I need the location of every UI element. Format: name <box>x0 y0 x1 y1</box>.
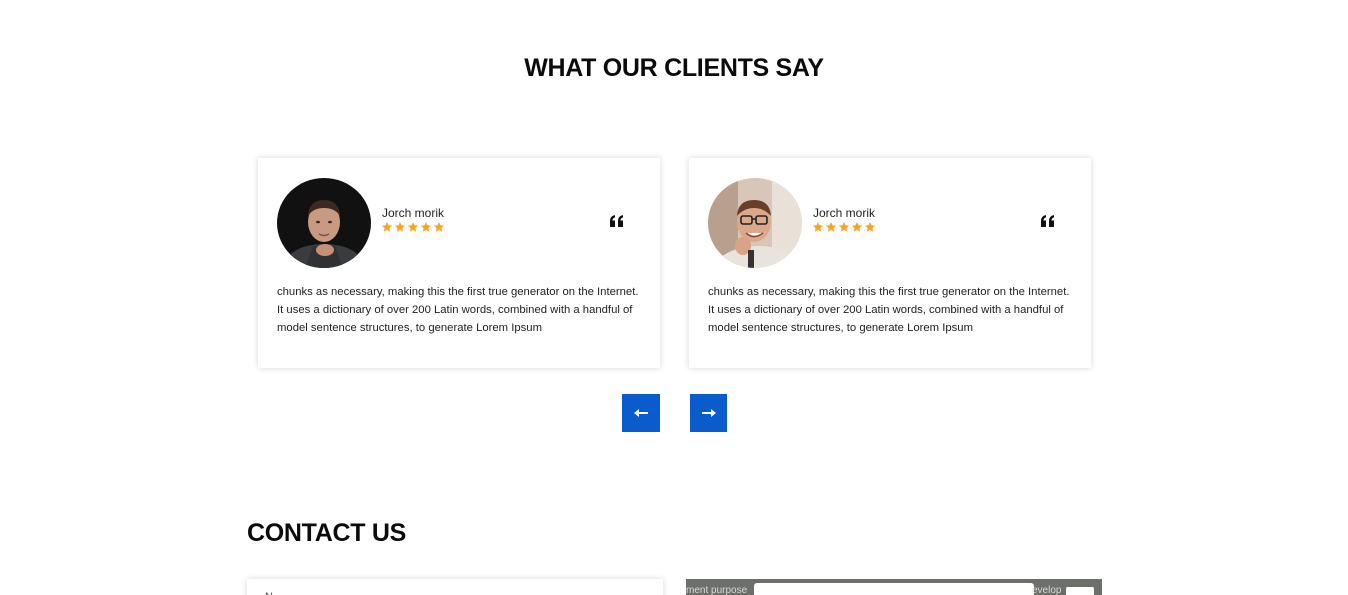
client-avatar <box>708 178 802 268</box>
map-embed[interactable]: ment purpose evelop <box>686 579 1102 595</box>
star-icon <box>433 222 445 232</box>
arrow-right-icon <box>701 409 716 417</box>
carousel-next-button[interactable] <box>690 394 727 432</box>
star-icon <box>420 222 432 232</box>
map-overlay-text: ment purpose <box>686 585 748 595</box>
map-info-panel <box>754 583 1034 595</box>
quote-icon <box>1041 215 1054 227</box>
arrow-left-icon <box>634 409 648 417</box>
star-icon <box>381 222 393 232</box>
testimonial-card: Jorch morik chunks as necessary, making … <box>689 158 1091 368</box>
rating-stars <box>381 221 445 233</box>
star-icon <box>825 222 837 232</box>
client-name: Jorch morik <box>382 206 445 220</box>
map-overlay-text: evelop <box>1032 585 1062 595</box>
contact-title: CONTACT US <box>247 519 407 547</box>
carousel-prev-button[interactable] <box>622 394 660 432</box>
person-avatar-icon <box>708 178 802 268</box>
review-text: chunks as necessary, making this the fir… <box>277 286 639 334</box>
map-control[interactable] <box>1066 587 1094 595</box>
form-field-label: N <box>265 591 273 595</box>
review-text: chunks as necessary, making this the fir… <box>708 286 1070 334</box>
testimonials-title: WHAT OUR CLIENTS SAY <box>524 54 824 82</box>
star-icon <box>864 222 876 232</box>
contact-form: N <box>247 579 663 595</box>
person-avatar-icon <box>277 178 371 268</box>
page: WHAT OUR CLIENTS SAY Jorch morik chunks … <box>0 0 1348 595</box>
client-avatar <box>277 178 371 268</box>
star-icon <box>838 222 850 232</box>
quote-icon <box>610 215 623 227</box>
rating-stars <box>812 221 876 233</box>
star-icon <box>812 222 824 232</box>
star-icon <box>851 222 863 232</box>
client-name: Jorch morik <box>813 206 876 220</box>
star-icon <box>407 222 419 232</box>
testimonial-card: Jorch morik chunks as necessary, making … <box>258 158 660 368</box>
star-icon <box>394 222 406 232</box>
